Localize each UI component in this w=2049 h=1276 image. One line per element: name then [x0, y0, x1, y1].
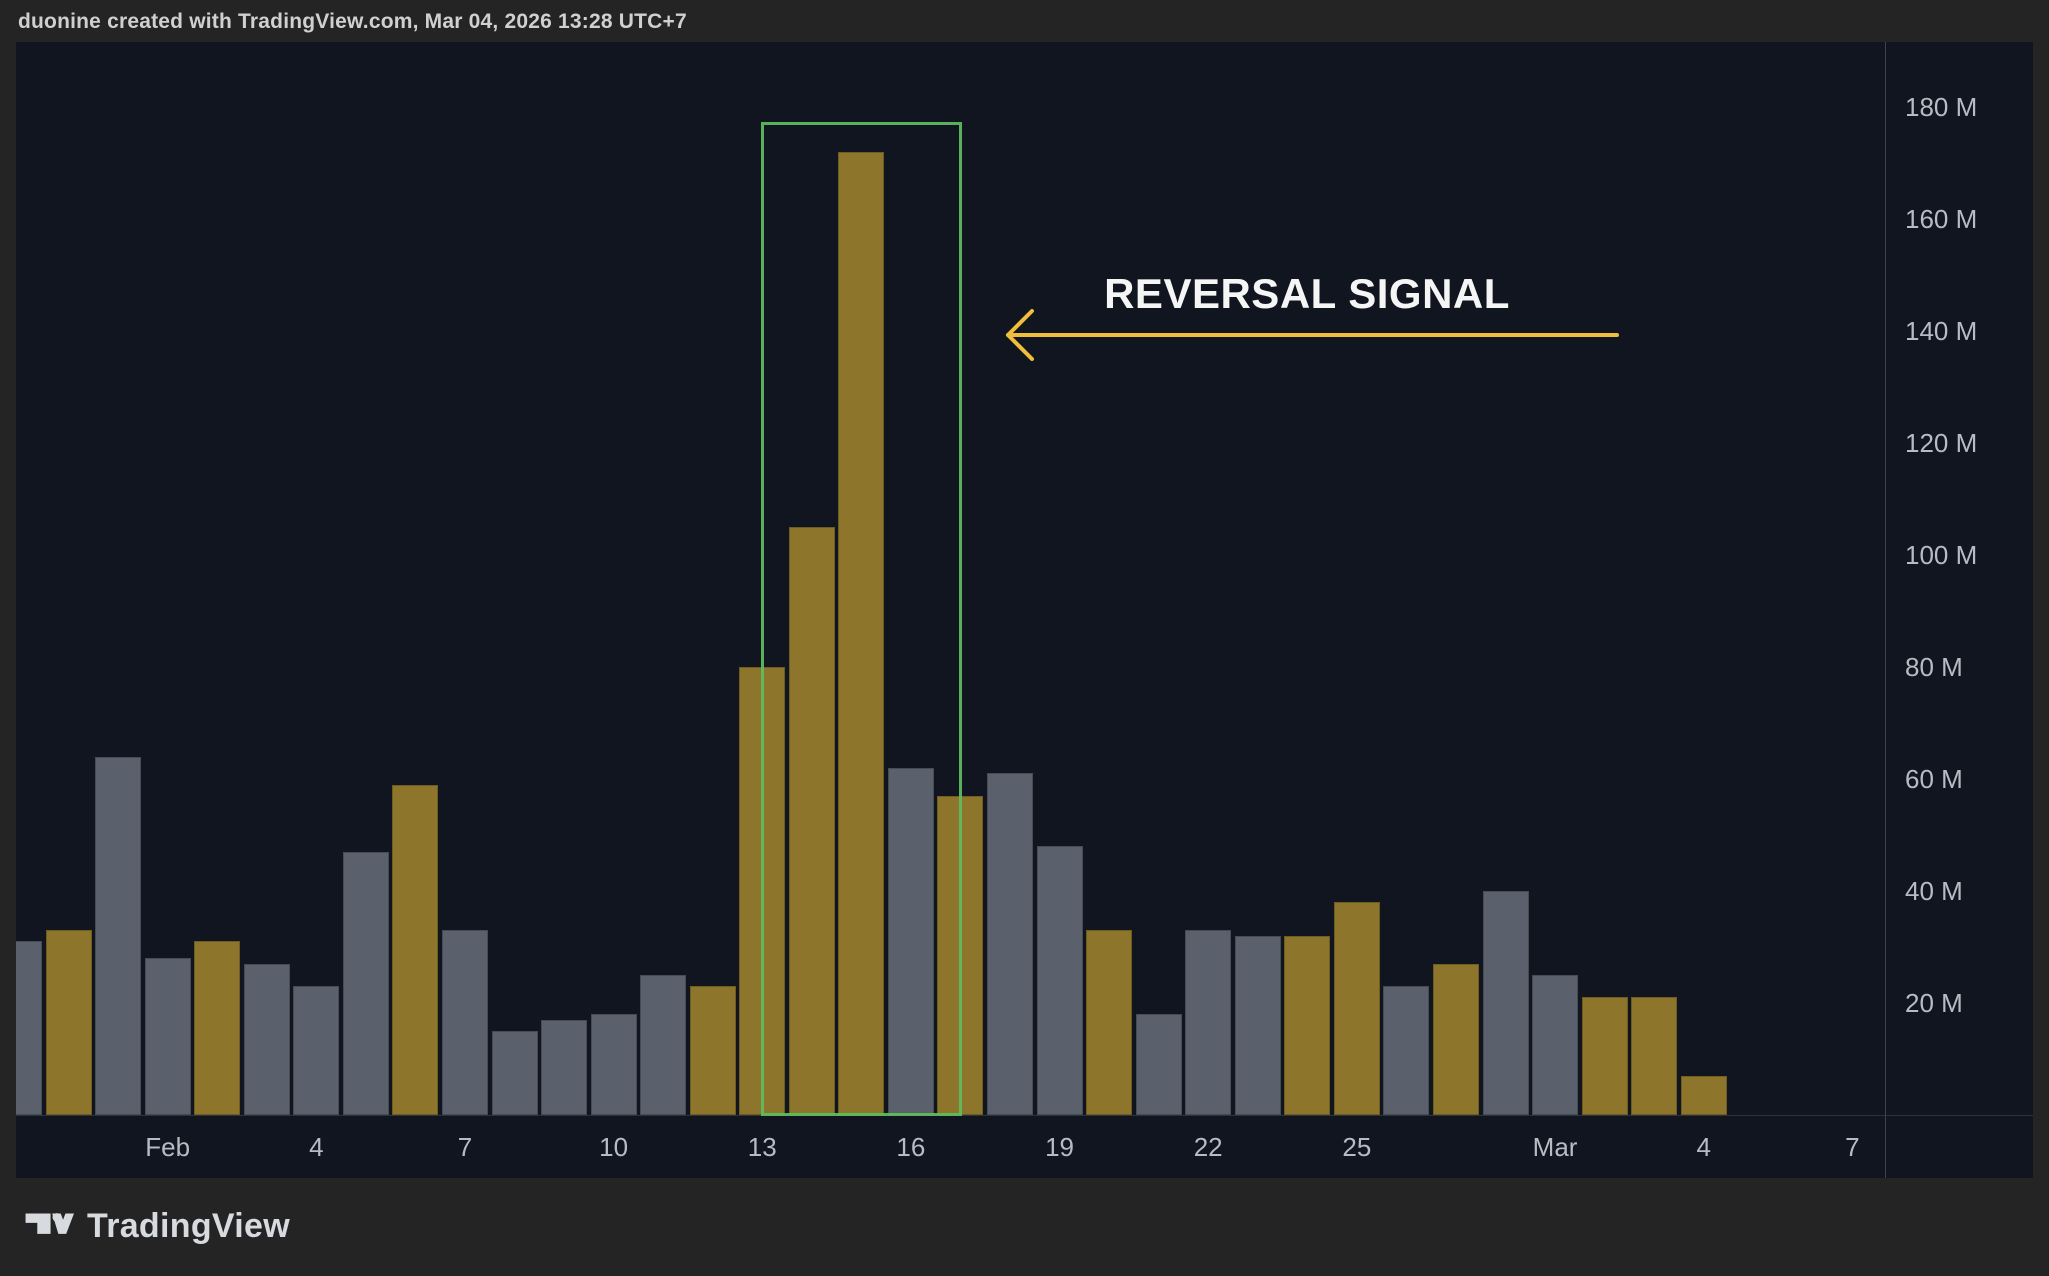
- volume-bar-Feb-14[interactable]: [789, 527, 835, 1115]
- volume-bar-Feb-5[interactable]: [343, 852, 389, 1115]
- volume-bar-Feb-23[interactable]: [1235, 936, 1281, 1115]
- volume-bar-Feb-19[interactable]: [1037, 846, 1083, 1115]
- y-tick-120: 120 M: [1905, 430, 1977, 456]
- volume-bar-Feb-8[interactable]: [492, 1031, 538, 1115]
- volume-bar-Feb-13[interactable]: [739, 667, 785, 1115]
- volume-bar-Feb-7[interactable]: [442, 930, 488, 1115]
- volume-bar-Feb-6[interactable]: [392, 785, 438, 1115]
- attribution-text: duonine created with TradingView.com, Ma…: [18, 7, 687, 37]
- y-tick-80: 80 M: [1905, 654, 1963, 680]
- y-tick-140: 140 M: [1905, 318, 1977, 344]
- tradingview-brand-text: TradingView: [87, 1207, 290, 1246]
- y-axis-separator-line: [1885, 42, 1886, 1178]
- volume-bar-Feb-25[interactable]: [1334, 902, 1380, 1115]
- volume-bar-Mar-2[interactable]: [1582, 997, 1628, 1115]
- volume-bar-Feb-3[interactable]: [244, 964, 290, 1115]
- x-tick-10: 10: [599, 1133, 628, 1161]
- volume-bar-Mar-1[interactable]: [1532, 975, 1578, 1115]
- volume-bar-Jan-31[interactable]: [95, 757, 141, 1115]
- volume-bar-Jan-30[interactable]: [46, 930, 92, 1115]
- volume-bar-Feb-15[interactable]: [838, 152, 884, 1115]
- y-tick-60: 60 M: [1905, 766, 1963, 792]
- volume-bar-Mar-4[interactable]: [1681, 1076, 1727, 1115]
- volume-bar-Feb-16[interactable]: [888, 768, 934, 1115]
- volume-bar-Feb-17[interactable]: [937, 796, 983, 1115]
- volume-bar-Feb-18[interactable]: [987, 773, 1033, 1115]
- volume-bar-Feb-9[interactable]: [541, 1020, 587, 1115]
- volume-bar-Mar-3[interactable]: [1631, 997, 1677, 1115]
- reversal-signal-label: REVERSAL SIGNAL: [1104, 270, 1510, 318]
- tradingview-volume-chart: duonine created with TradingView.com, Ma…: [0, 0, 2049, 1276]
- x-tick-13: 13: [748, 1133, 777, 1161]
- y-tick-100: 100 M: [1905, 542, 1977, 568]
- volume-bar-Feb-1[interactable]: [145, 958, 191, 1115]
- tradingview-logo-icon: [24, 1208, 74, 1244]
- x-tick-22: 22: [1194, 1133, 1223, 1161]
- x-tick-25: 25: [1342, 1133, 1371, 1161]
- volume-bar-Feb-28[interactable]: [1483, 891, 1529, 1115]
- volume-bar-Feb-4[interactable]: [293, 986, 339, 1115]
- volume-bar-Feb-26[interactable]: [1383, 986, 1429, 1115]
- volume-bar-Feb-27[interactable]: [1433, 964, 1479, 1115]
- y-tick-180: 180 M: [1905, 94, 1977, 120]
- volume-bar-Feb-12[interactable]: [690, 986, 736, 1115]
- x-tick-7: 7: [458, 1133, 472, 1161]
- x-tick-16: 16: [896, 1133, 925, 1161]
- volume-bar-Jan-29[interactable]: [16, 941, 42, 1115]
- volume-bar-Feb-24[interactable]: [1284, 936, 1330, 1115]
- tradingview-brand: TradingView: [24, 1204, 290, 1248]
- y-tick-40: 40 M: [1905, 878, 1963, 904]
- volume-bar-Feb-11[interactable]: [640, 975, 686, 1115]
- x-tick-4: 4: [1696, 1133, 1710, 1161]
- volume-bar-Feb-2[interactable]: [194, 941, 240, 1115]
- x-tick-Feb: Feb: [145, 1133, 190, 1161]
- y-tick-160: 160 M: [1905, 206, 1977, 232]
- x-tick-19: 19: [1045, 1133, 1074, 1161]
- volume-bar-Feb-20[interactable]: [1086, 930, 1132, 1115]
- x-tick-Mar: Mar: [1533, 1133, 1578, 1161]
- y-tick-20: 20 M: [1905, 990, 1963, 1016]
- volume-bar-Feb-21[interactable]: [1136, 1014, 1182, 1115]
- x-tick-7: 7: [1845, 1133, 1859, 1161]
- x-tick-4: 4: [309, 1133, 323, 1161]
- volume-bar-Feb-10[interactable]: [591, 1014, 637, 1115]
- x-axis-line: [16, 1115, 2033, 1116]
- plot-area[interactable]: [16, 42, 1885, 1115]
- volume-bar-Feb-22[interactable]: [1185, 930, 1231, 1115]
